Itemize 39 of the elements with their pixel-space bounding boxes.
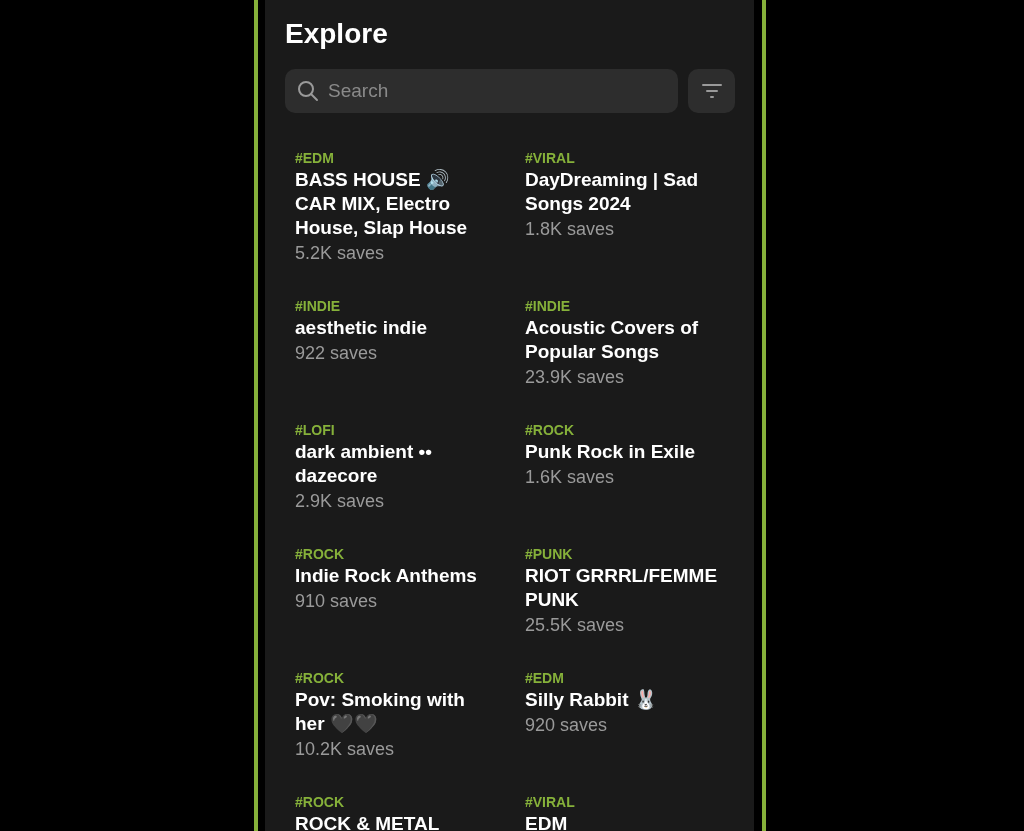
playlist-tag[interactable]: #ROCK (525, 420, 574, 440)
playlist-title[interactable]: aesthetic indie (295, 316, 427, 340)
filter-icon (701, 83, 722, 99)
save-count: 1.8K saves (525, 218, 615, 241)
playlist-tag[interactable]: #LOFI (295, 420, 335, 440)
playlist-title[interactable]: dark ambient •• dazecore (295, 440, 491, 488)
playlist-title[interactable]: DayDreaming | Sad Songs 2024 (525, 168, 721, 216)
playlist-tag[interactable]: #ROCK (295, 792, 344, 812)
playlist-title[interactable]: ROCK & METAL (295, 812, 440, 831)
playlist-tag[interactable]: #EDM (295, 148, 334, 168)
filter-button[interactable] (688, 69, 735, 113)
playlist-tag[interactable]: #INDIE (295, 296, 341, 316)
playlist-title[interactable]: Pov: Smoking with her 🖤🖤 (295, 688, 491, 736)
save-count: 920 saves (525, 714, 608, 737)
playlist-title[interactable]: Indie Rock Anthems (295, 564, 477, 588)
playlist-tag[interactable]: #VIRAL (525, 792, 575, 812)
playlist-title[interactable]: BASS HOUSE 🔊 CAR MIX, Electro House, Slap House (295, 168, 491, 240)
save-count: 2.9K saves (295, 490, 385, 513)
page-title: Explore (285, 17, 388, 51)
save-count: 25.5K saves (525, 614, 625, 637)
playlist-tag[interactable]: #VIRAL (525, 148, 575, 168)
playlist-title[interactable]: Silly Rabbit 🐰 (525, 688, 658, 712)
save-count: 1.6K saves (525, 466, 615, 489)
playlist-tag[interactable]: #ROCK (295, 544, 344, 564)
playlist-tag[interactable]: #INDIE (525, 296, 571, 316)
save-count: 910 saves (295, 590, 378, 613)
save-count: 5.2K saves (295, 242, 385, 265)
save-count: 23.9K saves (525, 366, 625, 389)
playlist-tag[interactable]: #EDM (525, 668, 564, 688)
search-field[interactable]: Search (285, 69, 678, 113)
search-icon (297, 80, 319, 102)
playlist-tag[interactable]: #PUNK (525, 544, 573, 564)
save-count: 922 saves (295, 342, 378, 365)
playlist-title[interactable]: RIOT GRRRL/FEMME PUNK (525, 564, 721, 612)
playlist-tag[interactable]: #ROCK (295, 668, 344, 688)
save-count: 10.2K saves (295, 738, 395, 761)
playlist-title[interactable]: Acoustic Covers of Popular Songs (525, 316, 721, 364)
playlist-title[interactable]: EDM (525, 812, 568, 831)
playlist-title[interactable]: Punk Rock in Exile (525, 440, 695, 464)
